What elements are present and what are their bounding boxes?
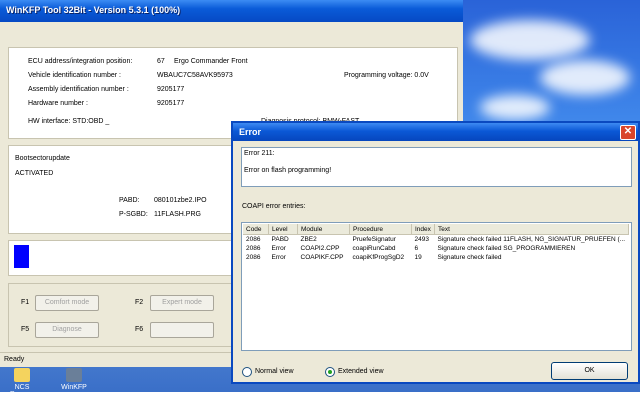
psgbd-label: P-SGBD: — [119, 211, 148, 218]
dialog-titlebar: Error ✕ — [233, 123, 638, 141]
cell: COAPI2.CPP — [300, 245, 340, 252]
progress-bar — [14, 245, 29, 268]
assembly-value: 9205177 — [157, 86, 185, 93]
hw-interface: HW interface: STD:OBD _ — [28, 118, 110, 125]
col-index[interactable]: Index — [411, 224, 435, 235]
col-module[interactable]: Module — [297, 224, 350, 235]
cloud — [480, 95, 550, 120]
error-dialog: Error ✕ Error 211: Error on flash progra… — [231, 121, 640, 384]
entries-label: COAPI error entries: — [242, 203, 306, 210]
cell: PruefeSignatur — [352, 236, 396, 243]
error-table: Code Level Module Procedure Index Text 2… — [243, 224, 629, 262]
f5-label: F5 — [21, 326, 30, 333]
boot-status: ACTIVATED — [15, 170, 54, 177]
normal-view-label: Normal view — [255, 368, 294, 375]
normal-view-radio[interactable] — [242, 367, 252, 377]
table-row[interactable]: 2086 PABD ZBE2 PruefeSignatur 2493 Signa… — [243, 235, 628, 245]
cloud — [540, 60, 630, 95]
cell: 6 — [414, 245, 419, 252]
app-icon — [66, 368, 82, 382]
desktop-icon-label: WinKFP — [61, 384, 87, 391]
cell: coapiKfProgSgD2 — [352, 254, 405, 261]
f6-button[interactable] — [150, 322, 214, 338]
cell: COAPIKF.CPP — [300, 254, 344, 261]
f6-label: F6 — [135, 326, 144, 333]
cell: 19 — [414, 254, 422, 261]
col-text[interactable]: Text — [434, 224, 629, 235]
cell: Error — [271, 254, 286, 261]
ecu-label: ECU address/integration position: — [28, 58, 133, 65]
dialog-title: Error — [239, 127, 262, 137]
programming-voltage: Programming voltage: 0.0V — [344, 72, 429, 79]
cell: Signature check failed 11FLASH, NG_SIGNA… — [437, 236, 626, 243]
boot-title: Bootsectorupdate — [15, 155, 70, 162]
cell: coapiRunCabd — [352, 245, 396, 252]
folder-icon — [14, 368, 30, 382]
ecu-name: Ergo Commander Front — [174, 58, 248, 65]
vin-label: Vehicle identification number : — [28, 72, 121, 79]
cell: 2493 — [414, 236, 429, 243]
cell: Signature check failed SG_PROGRAMMIEREN — [437, 245, 576, 252]
expert-mode-button[interactable]: Expert mode — [150, 295, 214, 311]
pabd-label: PABD: — [119, 197, 140, 204]
col-code[interactable]: Code — [243, 224, 269, 235]
assembly-label: Assembly identification number : — [28, 86, 129, 93]
diagnose-button[interactable]: Diagnose — [35, 322, 99, 338]
desktop-icon-ncs-dummy[interactable]: NCS Dummy — [2, 368, 42, 398]
cell: 2086 — [246, 236, 261, 243]
cell: 2086 — [246, 254, 261, 261]
hardware-value: 9205177 — [157, 100, 185, 107]
cell: PABD — [271, 236, 289, 243]
status-text: Ready — [4, 356, 25, 363]
cell: Signature check failed — [437, 254, 502, 261]
table-row[interactable]: 2086 Error COAPI2.CPP coapiRunCabd 6 Sig… — [243, 244, 628, 253]
cloud — [470, 20, 590, 60]
desktop-icon-label: NCS Dummy — [9, 384, 35, 398]
col-level[interactable]: Level — [268, 224, 298, 235]
desktop-icon-winkfp[interactable]: WinKFP — [54, 368, 94, 391]
table-header: Code Level Module Procedure Index Text — [243, 224, 629, 235]
comfort-mode-button[interactable]: Comfort mode — [35, 295, 99, 311]
pabd-value: 080101zbe2.IPO — [154, 197, 207, 204]
window-title: WinKFP Tool 32Bit - Version 5.3.1 (100%) — [6, 5, 181, 15]
cell: Error — [271, 245, 286, 252]
f1-label: F1 — [21, 299, 30, 306]
extended-view-radio[interactable] — [325, 367, 335, 377]
col-procedure[interactable]: Procedure — [349, 224, 412, 235]
cell: 2086 — [246, 245, 261, 252]
error-message: Error on flash programming! — [244, 167, 332, 174]
hardware-label: Hardware number : — [28, 100, 88, 107]
vin-value: WBAUC7C58AVK95973 — [157, 72, 233, 79]
error-message-box: Error 211: Error on flash programming! — [241, 147, 632, 187]
error-code: Error 211: — [244, 150, 275, 157]
table-row[interactable]: 2086 Error COAPIKF.CPP coapiKfProgSgD2 1… — [243, 253, 628, 262]
ok-button[interactable]: OK — [551, 362, 628, 380]
cell: ZBE2 — [300, 236, 317, 243]
psgbd-value: 11FLASH.PRG — [154, 211, 201, 218]
ecu-number: 67 — [157, 58, 165, 65]
extended-view-label: Extended view — [338, 368, 384, 375]
main-titlebar: WinKFP Tool 32Bit - Version 5.3.1 (100%) — [0, 0, 463, 22]
f2-label: F2 — [135, 299, 144, 306]
close-icon[interactable]: ✕ — [620, 125, 636, 140]
